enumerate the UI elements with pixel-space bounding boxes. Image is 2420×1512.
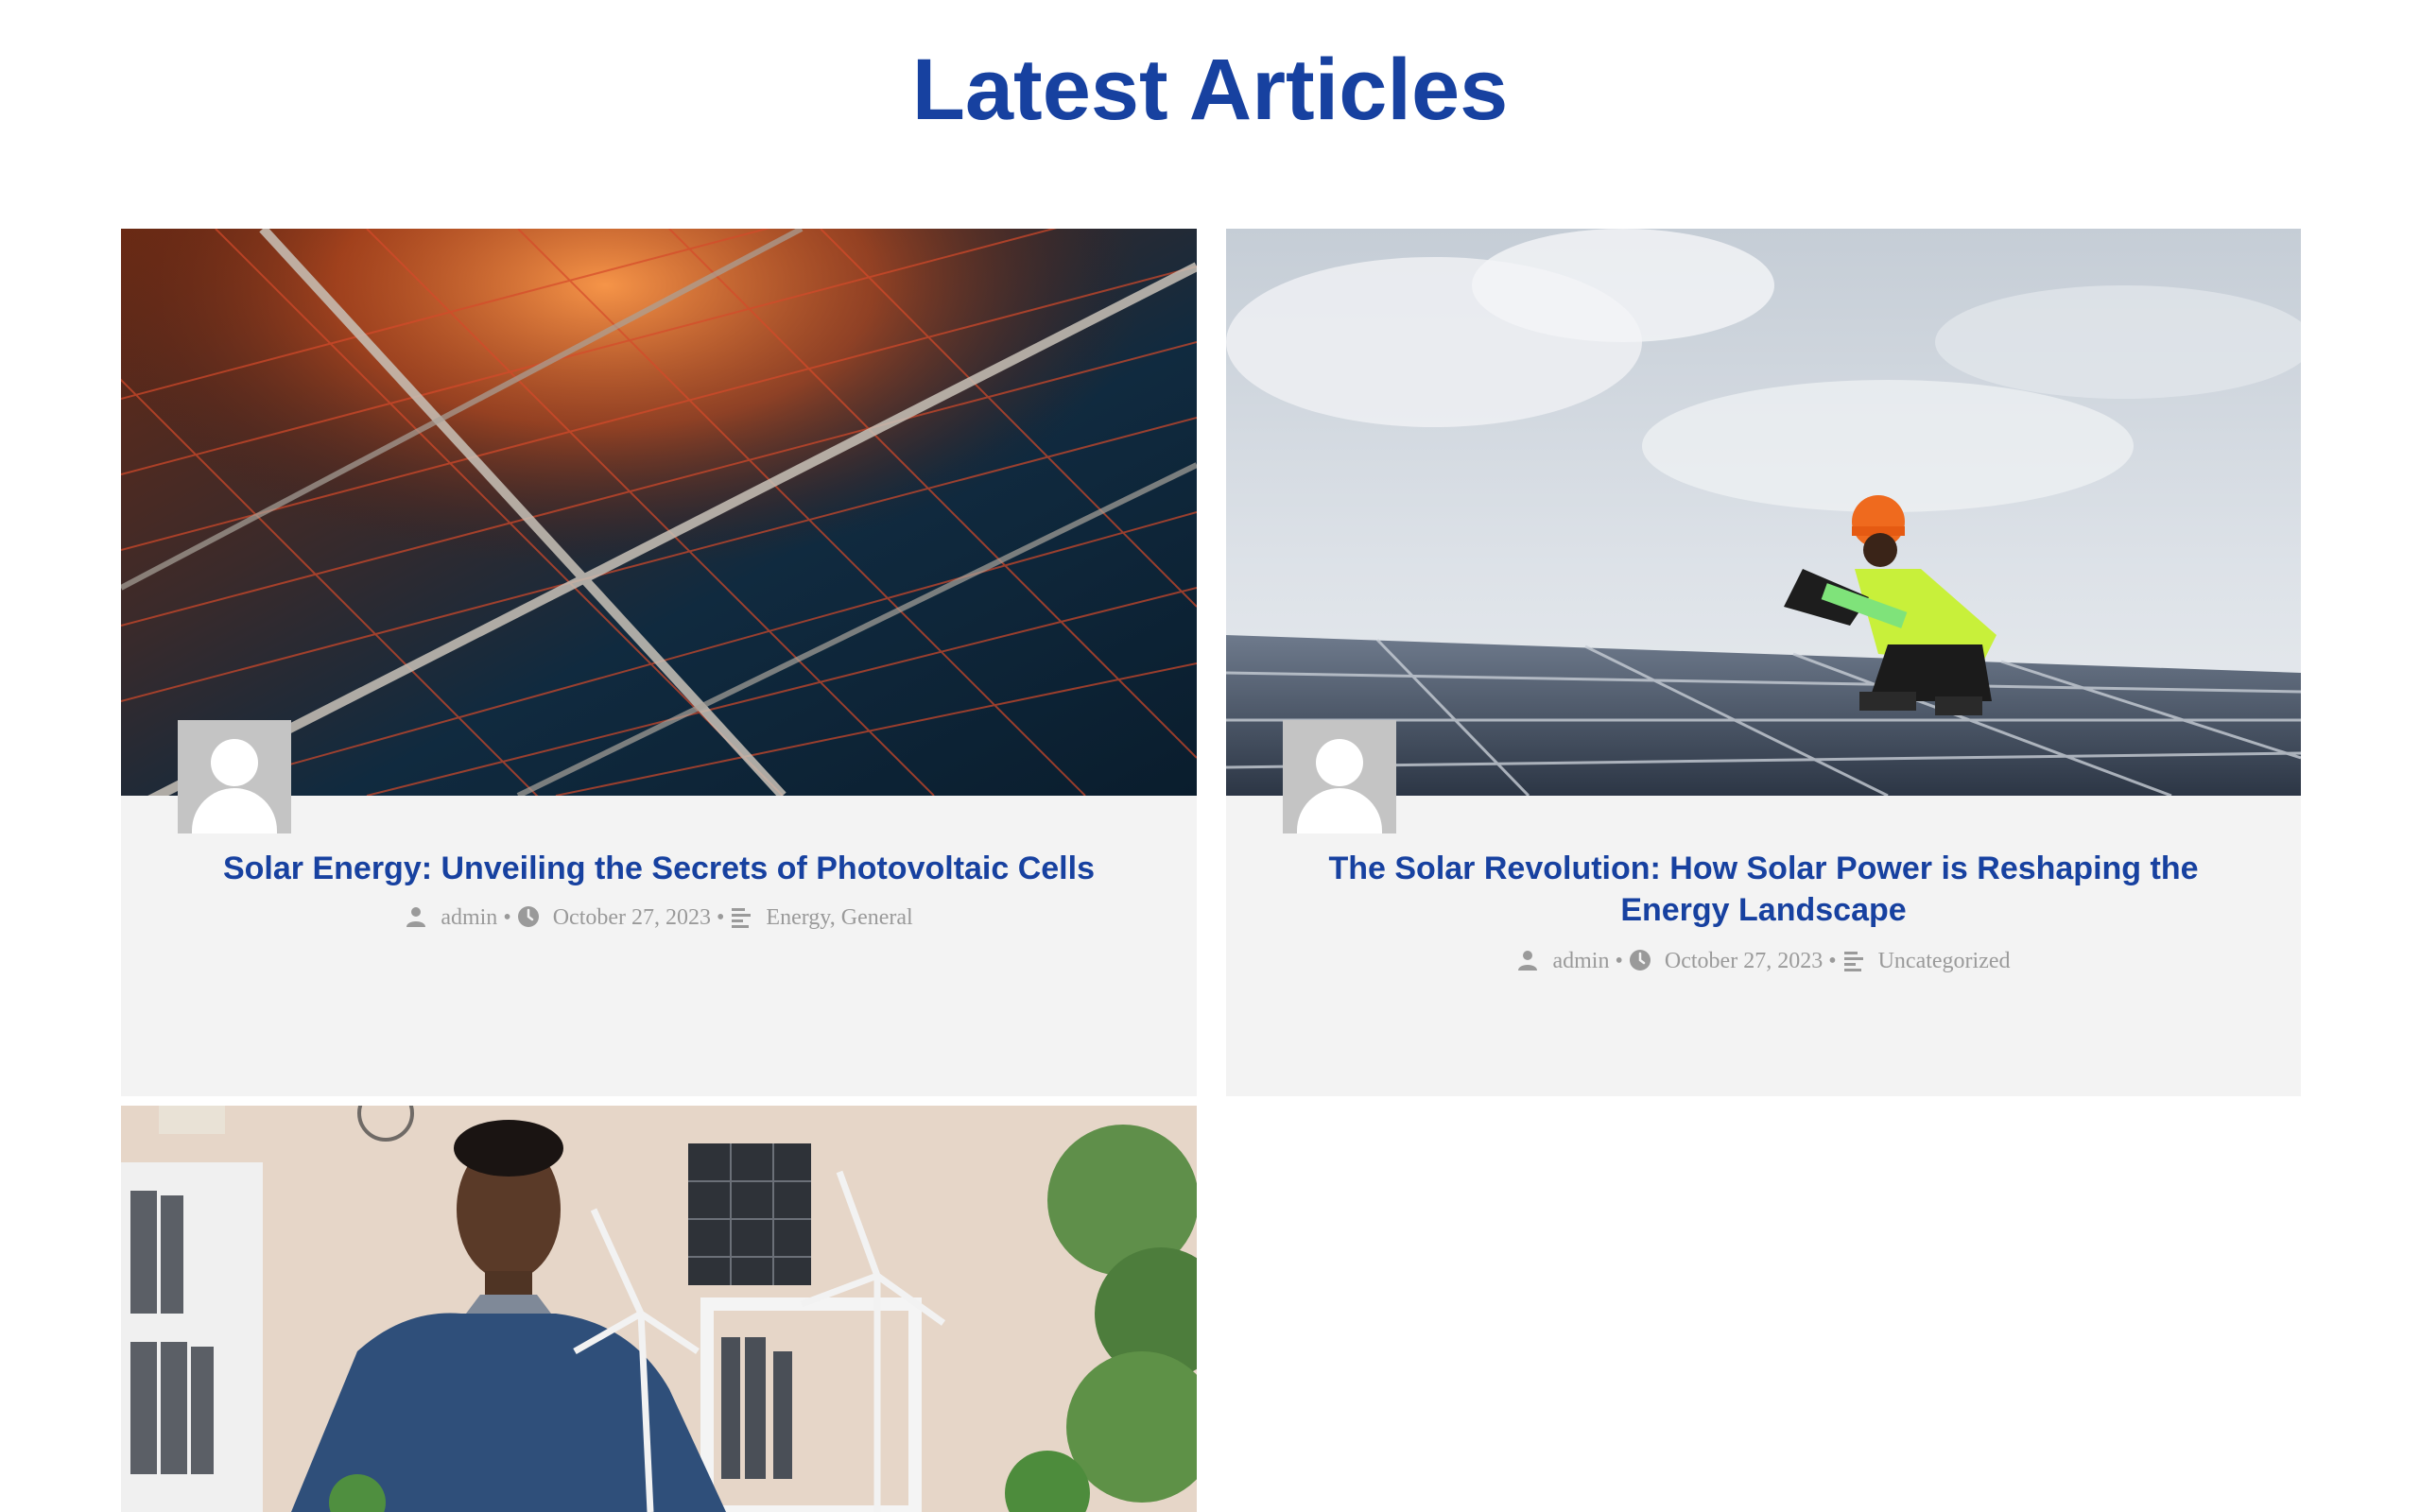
category-links[interactable]: Uncategorized: [1878, 949, 2011, 973]
avatar-body-shape: [1297, 788, 1382, 833]
meta-separator: •: [717, 905, 725, 930]
avatar-body-shape: [192, 788, 277, 833]
article-card: [121, 1106, 1197, 1512]
meta-separator: •: [1828, 949, 1837, 973]
clock-icon: [1629, 950, 1651, 971]
article-image[interactable]: [1226, 229, 2301, 796]
user-icon: [406, 907, 426, 927]
category-lines-icon: [732, 908, 752, 928]
author-avatar[interactable]: [1283, 720, 1396, 833]
article-card: The Solar Revolution: How Solar Power is…: [1226, 229, 2301, 1096]
avatar-placeholder-icon: [1316, 739, 1363, 786]
avatar-placeholder-icon: [211, 739, 258, 786]
article-date: October 27, 2023: [552, 905, 712, 930]
article-image[interactable]: [121, 1106, 1197, 1512]
article-meta: admin • October 27, 2023 • Energy, General: [121, 903, 1197, 932]
article-meta: admin • October 27, 2023 • Uncategorized: [1226, 947, 2301, 975]
page-title: Latest Articles: [911, 42, 1509, 138]
author-link[interactable]: admin: [441, 905, 497, 930]
worker-solar-roof-photo: [1226, 229, 2301, 796]
man-wind-turbine-photo: [121, 1106, 1197, 1512]
article-image[interactable]: [121, 229, 1197, 796]
article-date: October 27, 2023: [1664, 949, 1824, 973]
meta-separator: •: [503, 905, 511, 930]
category-links[interactable]: Energy, General: [766, 905, 912, 930]
author-link[interactable]: admin: [1552, 949, 1609, 973]
article-card: Solar Energy: Unveiling the Secrets of P…: [121, 229, 1197, 1096]
author-avatar[interactable]: [178, 720, 291, 833]
article-title[interactable]: Solar Energy: Unveiling the Secrets of P…: [178, 848, 1140, 889]
meta-separator: •: [1615, 949, 1623, 973]
article-title[interactable]: The Solar Revolution: How Solar Power is…: [1283, 848, 2244, 931]
solar-panel-photo: [121, 229, 1197, 796]
clock-icon: [517, 906, 539, 927]
category-lines-icon: [1843, 952, 1863, 971]
user-icon: [1518, 951, 1538, 971]
